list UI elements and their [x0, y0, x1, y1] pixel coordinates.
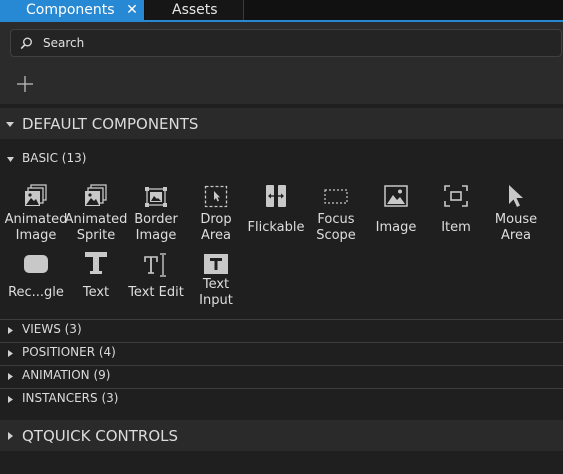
category-instancers-label: INSTANCERS (3) — [22, 391, 119, 405]
category-instancers[interactable]: INSTANCERS (3) — [0, 388, 563, 410]
search-input[interactable] — [41, 33, 541, 53]
drop-area-icon — [204, 185, 228, 208]
tab-assets[interactable]: Assets — [145, 0, 244, 20]
add-module-button[interactable] — [15, 74, 35, 94]
component-mouse-area[interactable]: Mouse Area — [486, 184, 546, 250]
chevron-right-icon — [8, 373, 13, 380]
component-text-input[interactable]: Text Input — [186, 251, 246, 317]
category-basic-label: BASIC (13) — [22, 151, 87, 165]
flickable-icon — [266, 185, 286, 207]
component-rectangle[interactable]: Rec...gle — [6, 251, 66, 317]
text-icon — [85, 252, 107, 274]
tab-components-label: Components — [26, 2, 115, 18]
component-item[interactable]: Item — [426, 184, 486, 250]
category-basic[interactable]: BASIC (13) — [0, 148, 563, 170]
text-edit-icon — [144, 253, 166, 277]
toolbar — [0, 22, 563, 104]
chevron-down-icon — [7, 157, 14, 162]
component-label: Mouse Area — [494, 212, 538, 243]
component-image[interactable]: Image — [366, 184, 426, 250]
component-text-edit[interactable]: Text Edit — [126, 251, 186, 317]
section-qtquick-label: QTQUICK CONTROLS — [22, 427, 179, 445]
close-icon[interactable]: ✕ — [124, 2, 140, 18]
mouse-area-icon — [509, 185, 523, 207]
component-text[interactable]: Text — [66, 251, 126, 317]
section-default-label: DEFAULT COMPONENTS — [22, 115, 199, 133]
focus-scope-icon — [324, 189, 348, 204]
component-drop-area[interactable]: Drop Area — [186, 184, 246, 250]
category-animation[interactable]: ANIMATION (9) — [0, 365, 563, 387]
chevron-right-icon — [8, 396, 13, 403]
component-focus-scope[interactable]: Focus Scope — [306, 184, 366, 250]
animated-sprite-icon — [85, 184, 107, 206]
component-flickable[interactable]: Flickable — [246, 184, 306, 250]
border-image-icon — [145, 187, 167, 207]
image-icon — [384, 185, 408, 207]
tab-components[interactable]: Components — [0, 0, 144, 20]
search-icon — [20, 37, 32, 50]
component-label: Text Input — [199, 277, 233, 308]
category-positioner[interactable]: POSITIONER (4) — [0, 342, 563, 364]
component-border-image[interactable]: Border Image — [126, 184, 186, 250]
text-input-icon — [204, 254, 228, 274]
section-qtquick-controls[interactable]: QTQUICK CONTROLS — [0, 420, 563, 451]
chevron-right-icon — [8, 327, 13, 334]
tab-assets-label: Assets — [172, 2, 218, 18]
chevron-down-icon — [6, 122, 14, 127]
search-box — [10, 29, 562, 57]
category-animation-label: ANIMATION (9) — [22, 368, 111, 382]
tab-bar: Components ✕ Assets — [0, 0, 563, 20]
category-positioner-label: POSITIONER (4) — [22, 345, 116, 359]
chevron-right-icon — [8, 432, 13, 440]
category-views-label: VIEWS (3) — [22, 322, 82, 336]
section-default-components[interactable]: DEFAULT COMPONENTS — [0, 108, 563, 139]
rectangle-icon — [24, 255, 48, 273]
component-animated-image[interactable]: Animated Image — [5, 184, 67, 250]
item-icon — [444, 185, 468, 207]
library-panel: Components ✕ Assets DEFAULT COMPONENTS — [0, 0, 563, 474]
chevron-right-icon — [8, 350, 13, 357]
category-views[interactable]: VIEWS (3) — [0, 319, 563, 341]
component-animated-sprite[interactable]: Animated Sprite — [65, 184, 127, 250]
animated-image-icon — [25, 184, 47, 206]
